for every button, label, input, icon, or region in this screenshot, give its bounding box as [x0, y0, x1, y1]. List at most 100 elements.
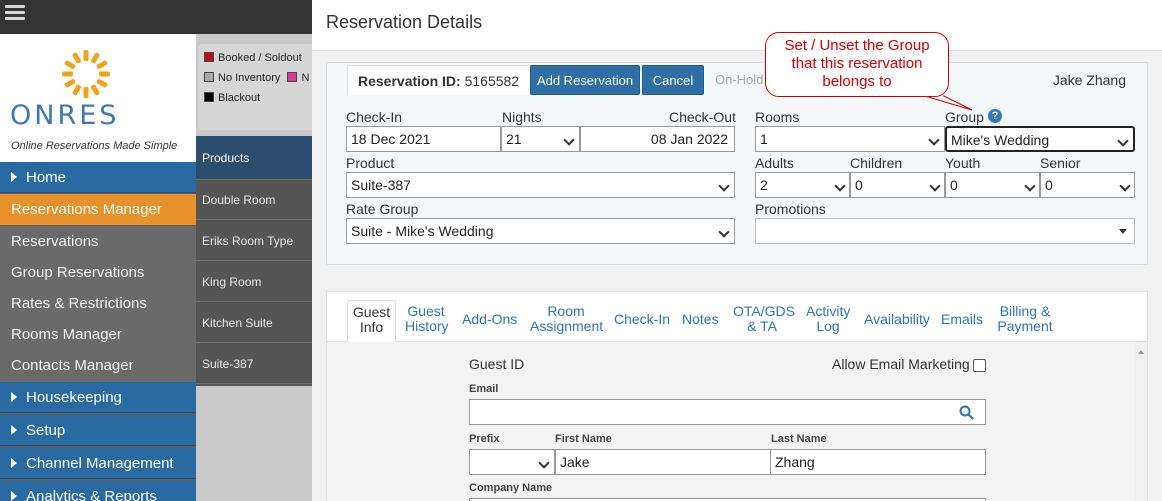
tab-activity-log[interactable]: Activity Log — [806, 304, 850, 334]
callout-line: Set / Unset the Group — [784, 37, 930, 54]
legend-swatch — [204, 72, 214, 82]
adults-select[interactable]: 2 — [755, 172, 850, 198]
promotions-select[interactable] — [755, 218, 1135, 244]
youth-select[interactable]: 0 — [945, 172, 1040, 198]
reservation-id-label: Reservation ID: — [358, 73, 461, 89]
product-row[interactable]: Double Room — [196, 180, 312, 220]
first-name-input[interactable]: Jake — [555, 449, 771, 475]
products-column: Products Double Room Eriks Room Type Kin… — [196, 136, 312, 386]
group-label: Group — [945, 109, 984, 125]
checkout-label: Check-Out — [669, 109, 736, 125]
nav-housekeeping-label: Housekeeping — [26, 389, 122, 406]
legend-swatch — [287, 72, 298, 82]
last-name-input[interactable]: Zhang — [770, 449, 986, 475]
senior-select[interactable]: 0 — [1040, 172, 1135, 198]
tab-add-ons[interactable]: Add-Ons — [462, 312, 517, 327]
nav-reservations-manager[interactable]: Reservations Manager — [0, 194, 196, 225]
nights-label: Nights — [502, 109, 542, 125]
panel-title: Reservation Details — [326, 12, 483, 32]
tab-label: OTA/GDS — [733, 303, 795, 319]
nav-home-label: Home — [26, 169, 67, 186]
nav-setup-label: Setup — [26, 422, 66, 439]
logo-text: ONRES — [10, 100, 120, 131]
tab-label: Room — [547, 303, 585, 319]
product-row[interactable]: King Room — [196, 262, 312, 302]
tab-guest-info[interactable]: Guest Info — [347, 300, 396, 342]
email-input[interactable] — [469, 399, 986, 425]
nav-rates-restrictions[interactable]: Rates & Restrictions — [0, 288, 196, 319]
top-bar — [0, 0, 312, 34]
tab-billing-payment[interactable]: Billing & Payment — [997, 304, 1053, 334]
tab-guest-history[interactable]: Guest History — [405, 303, 449, 334]
nav-home[interactable]: Home — [0, 162, 196, 193]
tab-label: & TA — [747, 318, 777, 334]
on-hold-button[interactable]: On-Hold — [715, 72, 763, 87]
product-row[interactable]: Eriks Room Type — [196, 221, 312, 261]
nav-reservations[interactable]: Reservations — [0, 226, 196, 257]
tab-check-in[interactable]: Check-In — [614, 312, 670, 327]
products-header: Products — [196, 136, 312, 180]
reservation-id-value: 5165582 — [464, 73, 520, 89]
legend-blackout: Blackout — [204, 92, 260, 104]
nav-setup[interactable]: Setup — [0, 415, 196, 446]
scrollbar[interactable] — [1135, 342, 1147, 501]
allow-email-checkbox[interactable] — [973, 359, 986, 372]
tab-label: History — [405, 318, 449, 334]
adults-label: Adults — [755, 155, 794, 171]
checkin-label: Check-In — [346, 109, 403, 125]
tab-label: Info — [359, 319, 384, 335]
email-label: Email — [469, 383, 499, 395]
legend-blackout-label: Blackout — [218, 92, 261, 104]
product-select[interactable]: Suite-387 — [346, 172, 735, 198]
guest-details-box: Guest Info Guest History Add-Ons Room Assig… — [326, 291, 1148, 501]
nav-group-reservations[interactable]: Group Reservations — [0, 257, 196, 288]
tab-label: Billing & — [999, 303, 1051, 319]
tab-label: Guest — [352, 304, 391, 320]
group-select[interactable]: Mike's Wedding — [945, 126, 1135, 152]
nav-channel-management[interactable]: Channel Management — [0, 448, 196, 479]
caret-right-icon — [11, 392, 17, 402]
legend-swatch — [204, 52, 214, 62]
tabs-bar: Guest Info Guest History Add-Ons Room Assig… — [327, 292, 1147, 342]
panel-body: Reservation ID: 5165582 Add Reservation … — [312, 50, 1162, 501]
children-select[interactable]: 0 — [850, 172, 945, 198]
product-row[interactable]: Kitchen Suite — [196, 303, 312, 343]
tab-room-assignment[interactable]: Room Assignment — [530, 303, 604, 334]
checkin-date-input[interactable]: 18 Dec 2021 — [346, 126, 501, 152]
guest-id-label: Guest ID — [469, 356, 525, 372]
scroll-up-icon[interactable] — [1138, 350, 1144, 354]
tab-emails[interactable]: Emails — [941, 312, 983, 327]
rate-group-select[interactable]: Suite - Mike's Wedding — [346, 218, 735, 244]
nav-rooms-manager[interactable]: Rooms Manager — [0, 319, 196, 350]
company-name-label: Company Name — [469, 482, 553, 494]
rooms-select[interactable]: 1 — [755, 126, 945, 152]
add-reservation-button[interactable]: Add Reservation — [530, 65, 640, 95]
logo-tagline: Online Reservations Made Simple — [11, 140, 178, 152]
tab-availability[interactable]: Availability — [864, 312, 930, 327]
caret-right-icon — [11, 425, 17, 435]
help-icon[interactable]: ? — [988, 109, 1002, 123]
tab-label: Guest — [407, 303, 445, 319]
nights-select[interactable]: 21 — [501, 126, 580, 152]
product-row[interactable]: Suite-387 — [196, 344, 312, 384]
nav-analytics-reports[interactable]: Analytics & Reports — [0, 481, 196, 501]
tab-label: Assignment — [530, 318, 604, 334]
cancel-button[interactable]: Cancel — [642, 65, 704, 95]
hamburger-menu-icon[interactable] — [5, 3, 25, 23]
youth-label: Youth — [945, 155, 981, 171]
tab-ota-gds[interactable]: OTA/GDS & TA — [733, 304, 795, 334]
reservation-summary-box: Reservation ID: 5165582 Add Reservation … — [326, 62, 1148, 265]
nav-contacts-manager[interactable]: Contacts Manager — [0, 350, 196, 381]
tab-label: Activity — [806, 303, 851, 319]
prefix-select[interactable] — [469, 449, 555, 475]
nav-housekeeping[interactable]: Housekeeping — [0, 382, 196, 413]
legend-booked: Booked / Soldout — [204, 52, 302, 64]
guest-info-form: Guest ID Allow Email Marketing Email Pre… — [327, 342, 1135, 501]
reservation-details-panel: Reservation Details Reservation ID: 5165… — [312, 0, 1162, 501]
checkout-date-input[interactable]: 08 Jan 2022 — [580, 126, 735, 152]
tab-notes[interactable]: Notes — [682, 312, 719, 327]
allow-email-label: Allow Email Marketing — [832, 356, 970, 372]
product-label: Product — [346, 155, 395, 171]
search-icon[interactable] — [959, 405, 974, 420]
nav-analytics-label: Analytics & Reports — [26, 488, 157, 501]
